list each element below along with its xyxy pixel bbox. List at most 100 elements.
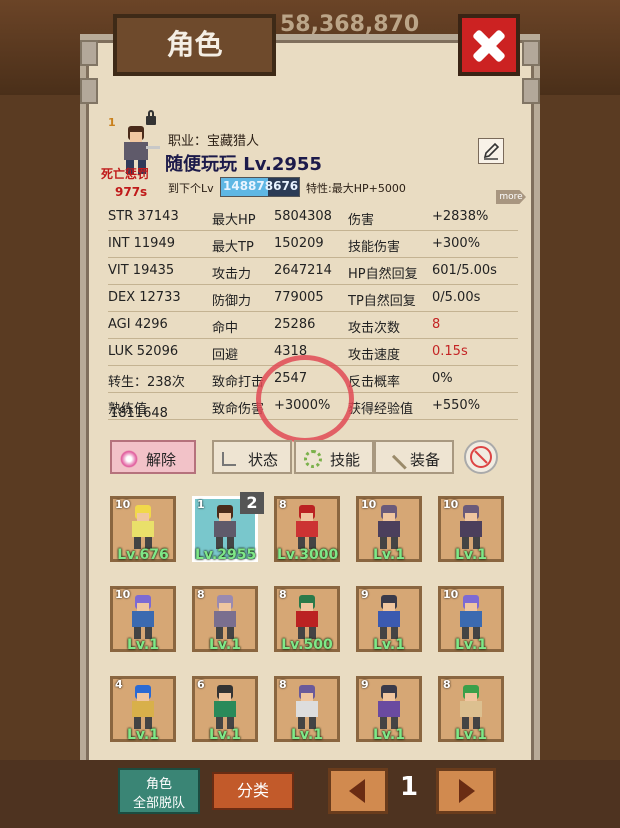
slot-level: Lv.1 bbox=[455, 547, 487, 563]
character-slot[interactable]: 9 Lv.1 bbox=[356, 586, 422, 653]
page-title: 角色 bbox=[166, 28, 223, 61]
next-level-label: 到下个Lv bbox=[168, 182, 214, 195]
stat-cell-d: 攻击次数 bbox=[348, 321, 401, 336]
trait-text: 特性:最大HP+5000 bbox=[306, 182, 406, 195]
spark-icon bbox=[120, 450, 138, 468]
stat-cell-d: 反击概率 bbox=[348, 375, 401, 390]
title-plate: 角色 bbox=[113, 14, 276, 76]
panel-corner bbox=[80, 40, 98, 66]
stat-cell-d: 伤害 bbox=[348, 213, 375, 228]
tab-status[interactable]: 状态 bbox=[212, 440, 292, 474]
slot-count: 8 bbox=[443, 678, 451, 691]
stat-cell-e: 0.15s bbox=[432, 344, 468, 359]
slot-level: Lv.1 bbox=[373, 727, 405, 743]
slot-level: Lv.500 bbox=[281, 637, 333, 653]
character-slot[interactable]: 8 Lv.3000 bbox=[274, 496, 340, 563]
release-button[interactable]: 解除 bbox=[110, 440, 196, 474]
proficiency-value: 1811648 bbox=[110, 406, 168, 421]
stat-cell-e: +550% bbox=[432, 398, 481, 413]
no-entry-icon bbox=[470, 446, 492, 468]
slot-level: Lv.3000 bbox=[277, 547, 339, 563]
tab-equip[interactable]: 装备 bbox=[374, 440, 454, 483]
party-disband-all-button[interactable]: 角色 全部脱队 bbox=[118, 768, 200, 814]
exp-value: 148878676 bbox=[223, 179, 299, 193]
stat-cell-d: TP自然回复 bbox=[348, 294, 416, 309]
stat-cell-b: 防御力 bbox=[212, 294, 252, 309]
stat-cell-a: AGI 4296 bbox=[108, 317, 168, 332]
character-slot[interactable]: 8 Lv.1 bbox=[438, 676, 504, 743]
prev-page-button[interactable] bbox=[328, 768, 388, 814]
stat-cell-c: 25286 bbox=[274, 317, 316, 332]
tab-skill[interactable]: 技能 bbox=[294, 440, 374, 474]
edit-name-button[interactable] bbox=[478, 138, 504, 164]
slot-level: Lv.1 bbox=[209, 637, 241, 653]
stat-cell-a: DEX 12733 bbox=[108, 290, 181, 305]
party-line1: 角色 bbox=[145, 777, 172, 792]
stat-cell-d: 获得经验值 bbox=[348, 402, 414, 417]
stat-cell-b: 最大HP bbox=[212, 213, 256, 228]
arrow-left-icon bbox=[349, 779, 365, 803]
next-page-button[interactable] bbox=[436, 768, 496, 814]
character-slot[interactable]: 9 Lv.1 bbox=[356, 676, 422, 743]
slot-level: Lv.1 bbox=[455, 637, 487, 653]
page-number: 1 bbox=[400, 772, 419, 802]
stat-cell-b: 攻击力 bbox=[212, 267, 252, 282]
character-slot[interactable]: 6 Lv.1 bbox=[192, 676, 258, 743]
character-slot[interactable]: 8 Lv.500 bbox=[274, 586, 340, 653]
stat-cell-e: 601/5.00s bbox=[432, 263, 497, 278]
cancel-equip-button[interactable] bbox=[464, 440, 498, 474]
slot-count: 10 bbox=[443, 588, 459, 601]
character-slot[interactable]: 10 Lv.1 bbox=[356, 496, 422, 563]
character-slot[interactable]: 10 Lv.1 bbox=[110, 586, 176, 653]
character-slot[interactable]: 8 Lv.1 bbox=[274, 676, 340, 743]
character-slot[interactable]: 10 Lv.676 bbox=[110, 496, 176, 563]
stat-cell-c: 2647214 bbox=[274, 263, 332, 278]
skill-gear-icon bbox=[304, 450, 322, 468]
character-slot[interactable]: 10 Lv.1 bbox=[438, 496, 504, 563]
slot-count: 8 bbox=[279, 588, 287, 601]
lock-icon[interactable] bbox=[146, 110, 156, 125]
stat-cell-e: +300% bbox=[432, 236, 481, 251]
close-button[interactable] bbox=[458, 14, 520, 76]
slot-count: 10 bbox=[443, 498, 459, 511]
stat-cell-e: +2838% bbox=[432, 209, 489, 224]
stat-cell-d: 攻击速度 bbox=[348, 348, 401, 363]
character-slot[interactable]: 8 Lv.1 bbox=[192, 586, 258, 653]
stat-cell-a: STR 37143 bbox=[108, 209, 179, 224]
slot-count: 10 bbox=[115, 588, 131, 601]
stats-icon bbox=[222, 452, 236, 466]
stat-cell-a: VIT 19435 bbox=[108, 263, 175, 278]
slot-count: 9 bbox=[361, 588, 369, 601]
slot-level: Lv.1 bbox=[455, 727, 487, 743]
stat-row: INT 11949 最大TP 150209 技能伤害 +300% bbox=[108, 231, 518, 258]
slot-level: Lv.1 bbox=[127, 637, 159, 653]
stat-row: STR 37143 最大HP 5804308 伤害 +2838% bbox=[108, 204, 518, 231]
job-label: 职业：宝藏猎人 bbox=[168, 134, 260, 149]
rank-number: 1 bbox=[108, 116, 116, 129]
character-slot[interactable]: 10 Lv.1 bbox=[438, 586, 504, 653]
exp-bar: 148878676 bbox=[220, 177, 300, 197]
stat-row: VIT 19435 攻击力 2647214 HP自然回复 601/5.00s bbox=[108, 258, 518, 285]
slot-count: 8 bbox=[279, 498, 287, 511]
character-name: 随便玩玩 Lv.2955 bbox=[165, 154, 322, 175]
slot-count: 4 bbox=[115, 678, 123, 691]
slot-count: 10 bbox=[115, 498, 131, 511]
stat-cell-a: LUK 52096 bbox=[108, 344, 179, 359]
slot-level: Lv.1 bbox=[373, 547, 405, 563]
bottom-bar bbox=[0, 760, 620, 828]
sort-button[interactable]: 分类 bbox=[212, 772, 294, 810]
slot-count: 9 bbox=[361, 678, 369, 691]
slot-level: Lv.1 bbox=[209, 727, 241, 743]
tab-bar: 解除 状态 技能 装备 bbox=[108, 440, 520, 483]
panel-corner bbox=[80, 78, 98, 104]
party-line2: 全部脱队 bbox=[132, 796, 185, 811]
character-slot[interactable]: 4 Lv.1 bbox=[110, 676, 176, 743]
panel-corner bbox=[522, 78, 540, 104]
slot-level: Lv.2955 bbox=[195, 547, 257, 563]
tab-skill-label: 技能 bbox=[330, 451, 361, 469]
annotation-circle bbox=[256, 355, 354, 443]
slot-level: Lv.1 bbox=[127, 727, 159, 743]
pencil-icon bbox=[483, 142, 500, 160]
stat-cell-b: 回避 bbox=[212, 348, 239, 363]
stat-cell-b: 命中 bbox=[212, 321, 239, 336]
